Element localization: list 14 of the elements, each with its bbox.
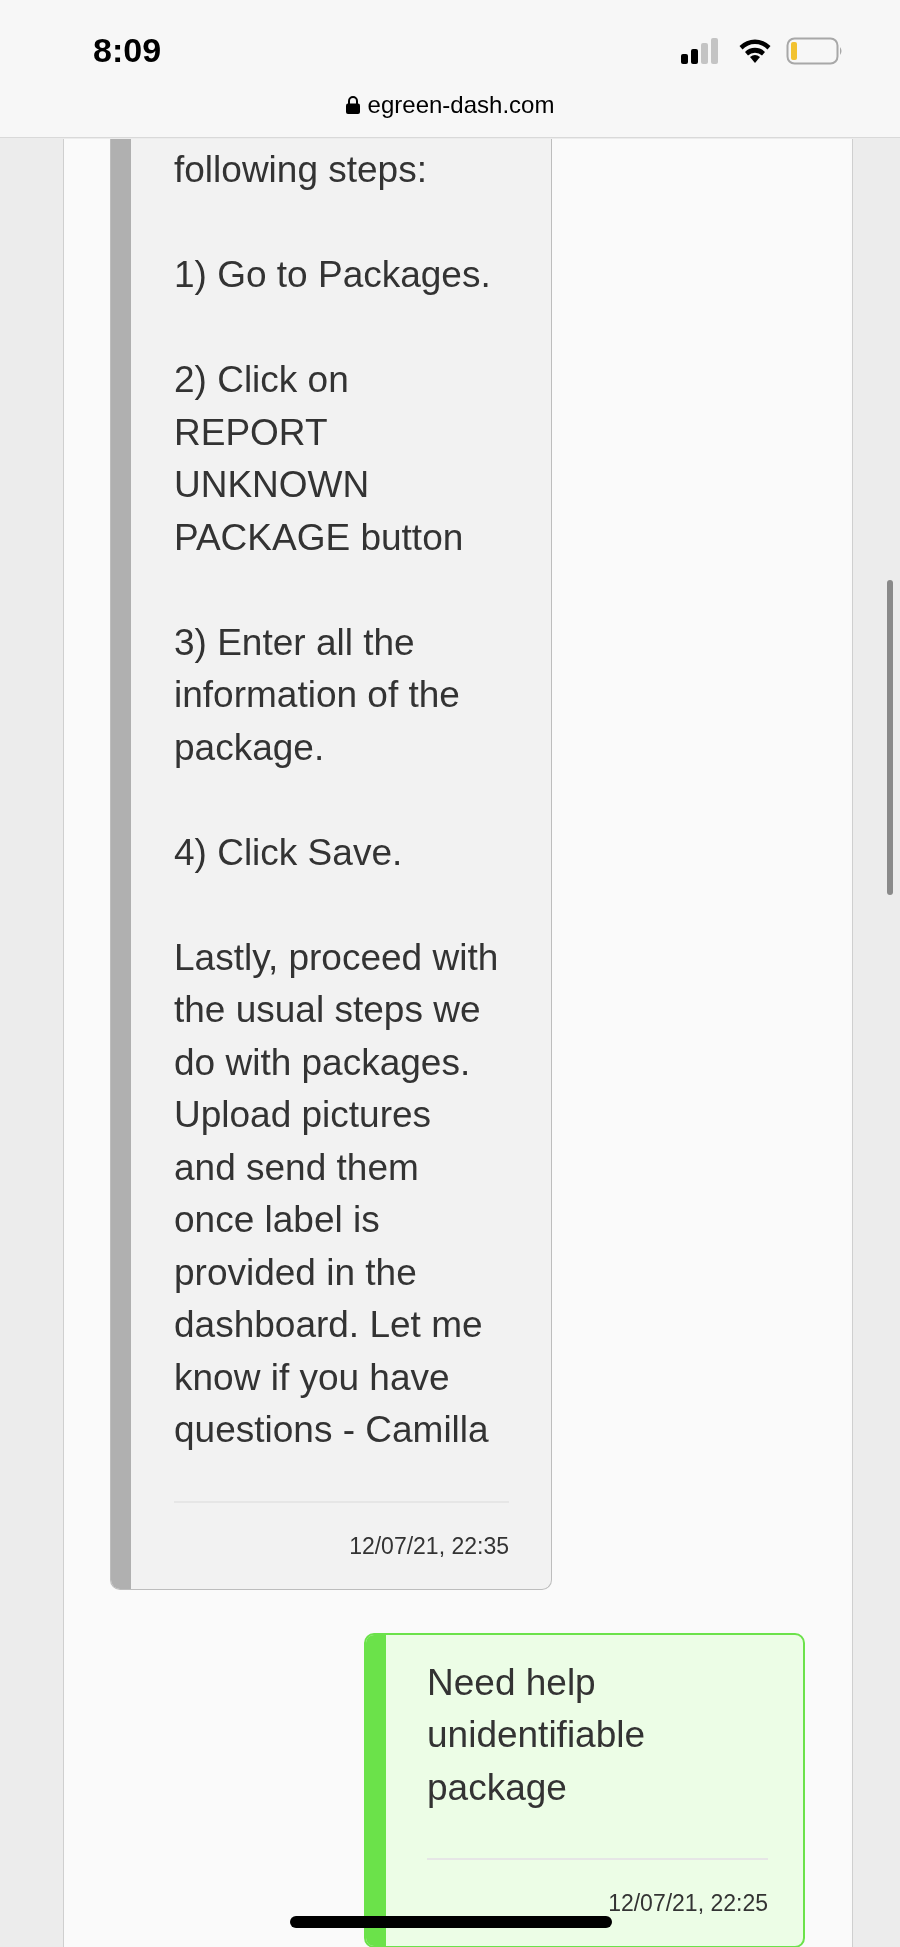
message-text: 3) Enter all the information of the package. [174, 620, 461, 770]
message-timestamp: 12/07/21, 22:35 [349, 1532, 509, 1559]
message-text: Lastly, proceed with the usual steps we do with packages. Upload pictures and send them once label is provided in the dashboard. Let me know if you have questions - Camilla [174, 935, 500, 1452]
message-timestamp: 12/07/21, 22:25 [608, 1890, 768, 1916]
address-bar-url[interactable]: egreen-dash.com [367, 91, 555, 119]
status-time: 8:09 [93, 30, 162, 70]
battery-icon [786, 37, 844, 65]
wifi-icon [738, 37, 772, 63]
message-text: 4) Click Save. [174, 830, 404, 875]
message-text: following steps: [174, 148, 428, 192]
lock-icon [345, 96, 360, 114]
message-text: 1) Go to Packages. [174, 253, 492, 297]
message-text: 2) Click on REPORT UNKNOWN PACKAGE button [174, 358, 465, 560]
message-text: Need help unidentifiable package [427, 1660, 647, 1810]
